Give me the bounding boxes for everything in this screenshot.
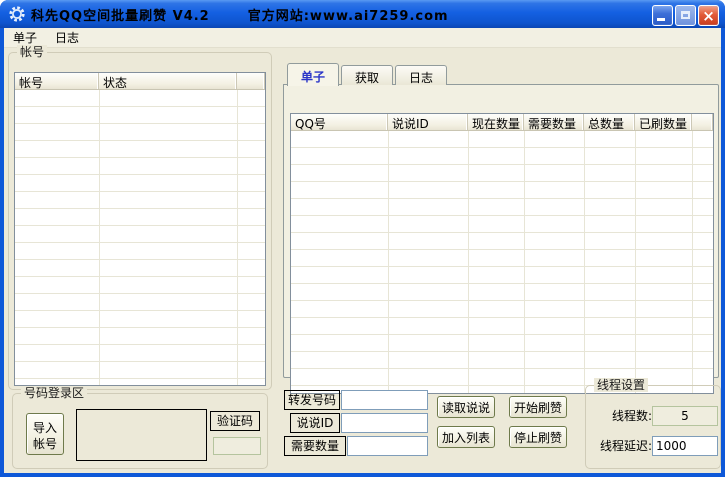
titlebar[interactable]: 科先QQ空间批量刷赞 V4.2 官方网站:www.ai7259.com × bbox=[0, 0, 725, 28]
orders-col-filler bbox=[692, 114, 713, 130]
accounts-list-body[interactable] bbox=[15, 90, 265, 385]
import-accounts-button[interactable]: 导入 帐号 bbox=[26, 413, 64, 455]
thread-settings-label: 线程设置 bbox=[594, 378, 648, 392]
orders-list-body[interactable] bbox=[291, 131, 713, 393]
login-group-label: 号码登录区 bbox=[21, 386, 87, 400]
window-title: 科先QQ空间批量刷赞 V4.2 bbox=[31, 5, 210, 24]
orders-col-needed[interactable]: 需要数量 bbox=[524, 114, 584, 130]
shuoshuo-id-label: 说说ID bbox=[290, 413, 340, 433]
maximize-icon bbox=[681, 11, 690, 19]
orders-tab-page: QQ号 说说ID 现在数量 需要数量 总数量 已刷数量 bbox=[283, 84, 719, 378]
tab-fetch[interactable]: 获取 bbox=[341, 65, 393, 85]
menubar: 单子 日志 bbox=[4, 28, 721, 48]
app-window: 科先QQ空间批量刷赞 V4.2 官方网站:www.ai7259.com × 单子… bbox=[0, 0, 725, 477]
forward-number-input[interactable] bbox=[341, 390, 428, 410]
window-subtitle: 官方网站:www.ai7259.com bbox=[248, 5, 449, 24]
captcha-label: 验证码 bbox=[210, 411, 260, 431]
orders-col-current[interactable]: 现在数量 bbox=[468, 114, 524, 130]
needed-quantity-label: 需要数量 bbox=[284, 436, 346, 456]
maximize-button[interactable] bbox=[675, 5, 696, 26]
minimize-button[interactable] bbox=[652, 5, 673, 26]
app-gear-icon bbox=[8, 5, 26, 23]
close-icon: × bbox=[699, 7, 718, 25]
client-area: 单子 日志 帐号 帐号 状态 号码登录区 导入 帐号 验证码 bbox=[4, 28, 721, 473]
stop-brush-button[interactable]: 停止刷赞 bbox=[509, 426, 567, 448]
thread-delay-label: 线程延迟: bbox=[590, 436, 652, 456]
thread-settings-group: 线程设置 线程数: 线程延迟: bbox=[585, 385, 721, 469]
minimize-icon bbox=[657, 18, 665, 21]
start-brush-button[interactable]: 开始刷赞 bbox=[509, 396, 567, 418]
orders-col-shuoshuo-id[interactable]: 说说ID bbox=[388, 114, 468, 130]
forward-number-label: 转发号码 bbox=[284, 390, 340, 410]
menu-item-log[interactable]: 日志 bbox=[46, 27, 88, 48]
add-to-list-button[interactable]: 加入列表 bbox=[437, 426, 495, 448]
accounts-col-filler bbox=[237, 73, 265, 89]
thread-count-label: 线程数: bbox=[594, 406, 652, 426]
tab-log[interactable]: 日志 bbox=[395, 65, 447, 85]
close-button[interactable]: × bbox=[698, 5, 719, 26]
captcha-image-box bbox=[76, 409, 207, 461]
accounts-col-account[interactable]: 帐号 bbox=[15, 73, 99, 89]
accounts-col-status[interactable]: 状态 bbox=[99, 73, 237, 89]
orders-list[interactable]: QQ号 说说ID 现在数量 需要数量 总数量 已刷数量 bbox=[290, 113, 714, 394]
thread-delay-input[interactable] bbox=[652, 436, 718, 456]
read-shuoshuo-button[interactable]: 读取说说 bbox=[437, 396, 495, 418]
orders-col-brushed[interactable]: 已刷数量 bbox=[635, 114, 692, 130]
orders-tab-control: 单子 获取 日志 QQ号 说说ID 现在数量 需要数量 总数量 已刷数量 bbox=[283, 62, 719, 378]
needed-quantity-input[interactable] bbox=[347, 436, 428, 456]
captcha-input[interactable] bbox=[213, 437, 261, 455]
shuoshuo-id-input[interactable] bbox=[341, 413, 428, 433]
accounts-list[interactable]: 帐号 状态 bbox=[14, 72, 266, 386]
accounts-group: 帐号 帐号 状态 bbox=[8, 52, 272, 390]
thread-count-input[interactable] bbox=[652, 406, 718, 426]
accounts-group-label: 帐号 bbox=[17, 45, 47, 59]
tab-orders[interactable]: 单子 bbox=[287, 63, 339, 86]
orders-col-qq[interactable]: QQ号 bbox=[291, 114, 388, 130]
orders-list-header: QQ号 说说ID 现在数量 需要数量 总数量 已刷数量 bbox=[291, 114, 713, 131]
orders-col-total[interactable]: 总数量 bbox=[584, 114, 635, 130]
tab-strip: 单子 获取 日志 bbox=[287, 62, 449, 85]
accounts-list-header: 帐号 状态 bbox=[15, 73, 265, 90]
